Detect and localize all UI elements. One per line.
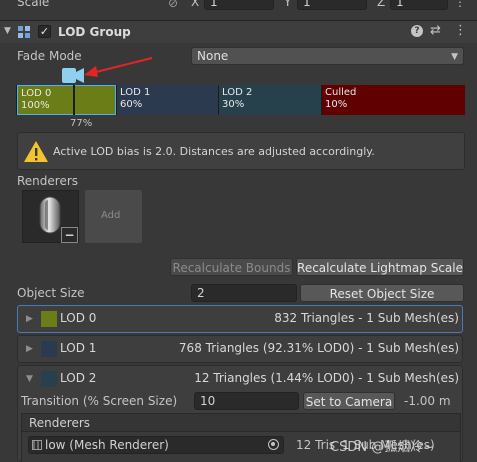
- warning-icon: [24, 141, 48, 162]
- segment-percent: 60%: [120, 99, 143, 110]
- lod-bar-segment-lod2[interactable]: LOD 2 30%: [219, 85, 322, 115]
- capsule-mesh-icon: [39, 196, 61, 234]
- warning-text: Active LOD bias is 2.0. Distances are ad…: [53, 145, 375, 158]
- object-size-label: Object Size: [17, 286, 85, 300]
- lod-info: 768 Triangles (92.31% LOD0) - 1 Sub Mesh…: [178, 341, 459, 355]
- lod-info: 832 Triangles - 1 Sub Mesh(es): [274, 311, 459, 325]
- lod-color-swatch: [41, 341, 57, 357]
- add-label: Add: [101, 210, 121, 221]
- recalculate-lightmap-scale-button[interactable]: Recalculate Lightmap Scale: [296, 258, 464, 276]
- expand-arrow-icon[interactable]: ▶: [26, 314, 33, 324]
- segment-name: Culled: [325, 87, 357, 98]
- segment-name: LOD 1: [120, 87, 151, 98]
- camera-position-line: [73, 85, 75, 115]
- transition-label: Transition (% Screen Size): [21, 394, 178, 408]
- lod2-renderers-header: Renderers: [21, 413, 461, 432]
- segment-percent: 100%: [21, 100, 50, 111]
- preset-icon[interactable]: ⇄: [430, 23, 441, 38]
- renderer-object-field[interactable]: low (Mesh Renderer): [28, 436, 284, 454]
- set-to-camera-button[interactable]: Set to Camera: [303, 392, 395, 410]
- fade-mode-label: Fade Mode: [17, 49, 82, 63]
- scale-y-label: Y: [284, 0, 292, 9]
- scale-z-label: Z: [377, 0, 386, 9]
- renderer-object-name: low (Mesh Renderer): [45, 438, 169, 452]
- renderer-thumbnail[interactable]: −: [22, 190, 79, 243]
- segment-name: LOD 0: [21, 88, 52, 99]
- component-title: LOD Group: [58, 25, 131, 39]
- annotation-arrow-icon: [84, 57, 153, 77]
- segment-percent: 10%: [325, 99, 348, 110]
- recalculate-bounds-button[interactable]: Recalculate Bounds: [170, 258, 293, 276]
- lod-bar-segment-lod0[interactable]: LOD 0 100%: [17, 85, 116, 115]
- fade-mode-value: None: [197, 49, 229, 63]
- scale-label: Scale: [17, 0, 50, 9]
- expand-arrow-icon[interactable]: ▶: [26, 344, 33, 354]
- help-icon[interactable]: ?: [411, 25, 423, 37]
- object-picker-icon[interactable]: [268, 439, 279, 450]
- component-header[interactable]: ▼ ✓ LOD Group ? ⇄ ⋮: [0, 21, 477, 43]
- add-renderer-button[interactable]: Add: [85, 190, 142, 243]
- lod-color-swatch: [41, 371, 57, 387]
- lod-row-1[interactable]: ▶ LOD 1 768 Triangles (92.31% LOD0) - 1 …: [17, 335, 463, 363]
- segment-name: LOD 2: [222, 87, 253, 98]
- lod-name: LOD 2: [60, 371, 97, 385]
- warning-box: Active LOD bias is 2.0. Distances are ad…: [17, 132, 465, 170]
- lod-bar-segment-culled[interactable]: Culled 10%: [322, 85, 465, 115]
- camera-marker-icon[interactable]: [62, 68, 84, 83]
- chevron-down-icon: ▼: [451, 52, 458, 62]
- renderers-label: Renderers: [17, 174, 79, 188]
- fade-mode-dropdown[interactable]: None ▼: [191, 47, 464, 65]
- scale-y-field[interactable]: 1: [297, 0, 367, 10]
- collapse-arrow-icon[interactable]: ▼: [26, 374, 33, 384]
- segment-percent: 30%: [222, 99, 245, 110]
- enabled-checkbox[interactable]: ✓: [38, 25, 51, 38]
- reset-object-size-button[interactable]: Reset Object Size: [300, 284, 464, 302]
- lod-bar-segment-lod1[interactable]: LOD 1 60%: [117, 85, 219, 115]
- lod-info: 12 Triangles (1.44% LOD0) - 1 Sub Mesh(e…: [194, 371, 459, 385]
- mesh-renderer-icon: [32, 440, 42, 450]
- camera-position-label: 77%: [70, 118, 93, 129]
- scale-x-label: X: [191, 0, 200, 9]
- lod-name: LOD 1: [60, 341, 97, 355]
- lod-name: LOD 0: [60, 311, 97, 325]
- watermark: CSDN @孤烟冷~: [330, 440, 435, 455]
- lod2-renderers-label: Renderers: [29, 416, 91, 430]
- context-menu-icon[interactable]: ⋮: [454, 23, 467, 38]
- lod-group-icon: [17, 25, 31, 39]
- transition-distance: -1.00 m: [404, 394, 451, 408]
- scale-x-field[interactable]: 1: [204, 0, 274, 10]
- object-size-field[interactable]: 2: [191, 284, 297, 302]
- scale-z-field[interactable]: 1: [390, 0, 448, 10]
- transition-field[interactable]: 10: [194, 392, 299, 410]
- lod-color-swatch: [41, 311, 57, 327]
- remove-renderer-button[interactable]: −: [61, 227, 78, 243]
- lod-row-0[interactable]: ▶ LOD 0 832 Triangles - 1 Sub Mesh(es): [17, 305, 463, 333]
- more-icon[interactable]: ⋮: [454, 0, 466, 9]
- foldout-arrow-icon[interactable]: ▼: [4, 26, 11, 36]
- scale-link-icon[interactable]: ⊘: [168, 0, 178, 10]
